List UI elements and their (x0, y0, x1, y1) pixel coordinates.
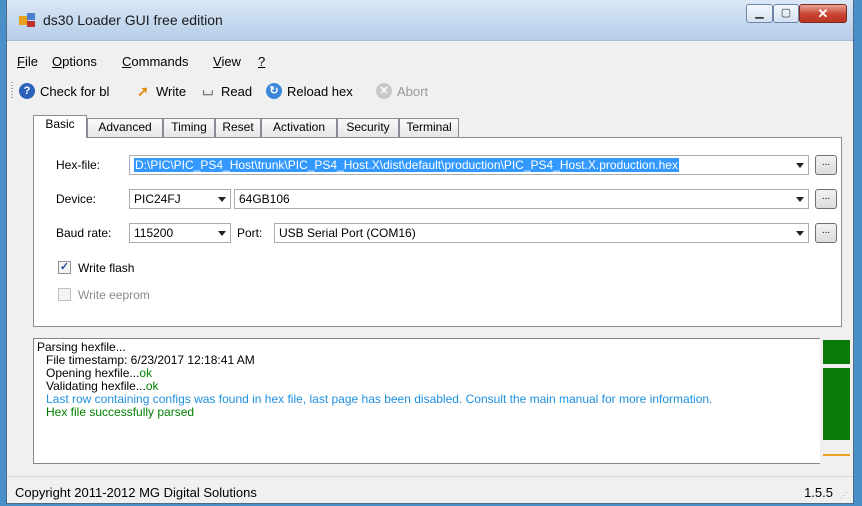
reload-hex-button[interactable]: ↻ Reload hex (266, 82, 353, 100)
tab-reset[interactable]: Reset (215, 118, 261, 137)
device-family-select[interactable]: PIC24FJ (129, 189, 231, 209)
progress-indicator (820, 338, 850, 464)
toolbar: ? Check for bl ➚ Write ⌴ Read ↻ Reload h… (7, 78, 853, 104)
chevron-down-icon (796, 231, 804, 236)
version-text: 1.5.5 (804, 485, 833, 500)
baud-rate-select[interactable]: 115200 (129, 223, 231, 243)
reload-icon: ↻ (266, 83, 282, 99)
device-browse-button[interactable]: ... (815, 189, 837, 209)
device-model-select[interactable]: 64GB106 (234, 189, 809, 209)
read-button[interactable]: ⌴ Read (200, 82, 252, 100)
log-line: Hex file successfully parsed (46, 405, 195, 419)
resize-grip-icon[interactable]: ⋰ (840, 491, 850, 501)
chevron-down-icon (796, 197, 804, 202)
progress-bar-marker (823, 454, 850, 456)
write-eeprom-checkbox[interactable] (58, 288, 71, 301)
write-flash-label: Write flash (78, 261, 135, 275)
check-for-bl-button[interactable]: ? Check for bl (19, 82, 109, 100)
tab-basic[interactable]: Basic (33, 115, 87, 138)
basic-panel: Hex-file: D:\PIC\PIC_PS4_Host\trunk\PIC_… (33, 137, 842, 327)
app-icon (19, 13, 35, 27)
abort-icon: ✕ (376, 83, 392, 99)
close-button[interactable]: ✕ (799, 4, 847, 23)
abort-button[interactable]: ✕ Abort (376, 82, 428, 100)
chevron-down-icon (218, 197, 226, 202)
port-select[interactable]: USB Serial Port (COM16) (274, 223, 809, 243)
maximize-button[interactable]: ▢ (773, 4, 799, 23)
port-browse-button[interactable]: ... (815, 223, 837, 243)
menu-options[interactable]: Options (52, 54, 97, 69)
write-flash-checkbox[interactable]: ✓ (58, 261, 71, 274)
port-label: Port: (237, 226, 263, 240)
tab-activation[interactable]: Activation (261, 118, 337, 137)
menu-help[interactable]: ? (258, 54, 265, 69)
write-arrow-icon: ➚ (137, 83, 149, 99)
copyright-text: Copyright 2011-2012 MG Digital Solutions (15, 485, 257, 500)
write-eeprom-label: Write eeprom (78, 288, 150, 302)
read-chip-icon: ⌴ (202, 83, 214, 98)
window-title: ds30 Loader GUI free edition (43, 12, 223, 28)
hexfile-label: Hex-file: (56, 158, 101, 172)
chevron-down-icon (796, 163, 804, 168)
title-bar[interactable]: ds30 Loader GUI free edition ▁ ▢ ✕ (7, 0, 853, 41)
tab-terminal[interactable]: Terminal (399, 118, 459, 137)
toolbar-grip[interactable] (11, 82, 13, 100)
menu-file[interactable]: File (17, 54, 38, 69)
hexfile-input[interactable]: D:\PIC\PIC_PS4_Host\trunk\PIC_PS4_Host.X… (129, 155, 809, 175)
status-bar: Copyright 2011-2012 MG Digital Solutions… (7, 476, 853, 505)
help-circle-icon: ? (19, 83, 35, 99)
main-window: ds30 Loader GUI free edition ▁ ▢ ✕ File … (6, 0, 854, 504)
device-label: Device: (56, 192, 97, 206)
output-log[interactable]: Parsing hexfile... File timestamp: 6/23/… (33, 338, 822, 464)
minimize-button[interactable]: ▁ (746, 4, 773, 23)
menu-commands[interactable]: Commands (122, 54, 188, 69)
hexfile-browse-button[interactable]: ... (815, 155, 837, 175)
menu-bar: File Options Commands View ? (7, 50, 853, 72)
tab-timing[interactable]: Timing (163, 118, 215, 137)
progress-bar-main (823, 368, 850, 440)
write-button[interactable]: ➚ Write (135, 82, 186, 100)
tab-security[interactable]: Security (337, 118, 399, 137)
menu-view[interactable]: View (213, 54, 241, 69)
baud-rate-label: Baud rate: (56, 226, 112, 240)
tab-advanced[interactable]: Advanced (87, 118, 163, 137)
progress-bar-top (823, 340, 850, 364)
chevron-down-icon (218, 231, 226, 236)
